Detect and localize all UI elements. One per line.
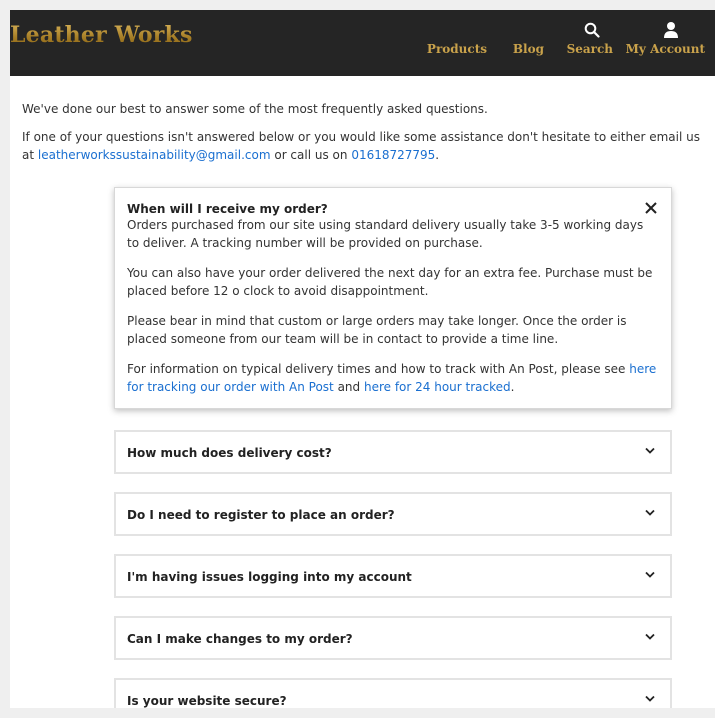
faq-answer-p1: Orders purchased from our site using sta… — [127, 218, 644, 250]
site-header: Leather Works Products Blog Search My Ac… — [10, 10, 715, 76]
faq-item-expanded: When will I receive my order? Orders pur… — [114, 187, 672, 409]
nav-blog[interactable]: Blog — [513, 42, 544, 56]
faq-item-login-issues[interactable]: I'm having issues logging into my accoun… — [114, 554, 672, 598]
contact-text: If one of your questions isn't answered … — [22, 128, 702, 164]
chevron-down-icon — [645, 633, 655, 640]
close-icon[interactable] — [645, 202, 657, 214]
faq-question: Do I need to register to place an order? — [127, 508, 395, 522]
faq-answer-p4-b: and — [333, 380, 364, 394]
faq-item-register[interactable]: Do I need to register to place an order? — [114, 492, 672, 536]
faq-item-delivery-cost[interactable]: How much does delivery cost? — [114, 430, 672, 474]
email-link[interactable]: leatherworkssustainability@gmail.com — [38, 148, 271, 162]
faq-answer-p4: For information on typical delivery time… — [127, 360, 659, 396]
main-nav: Products Blog Search My Account — [415, 10, 715, 76]
site-logo[interactable]: Leather Works — [10, 22, 193, 48]
faq-question: Is your website secure? — [127, 694, 287, 708]
contact-text-c: . — [435, 148, 440, 162]
chevron-down-icon — [645, 509, 655, 516]
intro-text: We've done our best to answer some of th… — [22, 102, 488, 116]
faq-question: How much does delivery cost? — [127, 446, 332, 460]
browser-page: Leather Works Products Blog Search My Ac… — [10, 10, 715, 708]
contact-text-b: or call us on — [270, 148, 352, 162]
faq-item-change-order[interactable]: Can I make changes to my order? — [114, 616, 672, 660]
faq-question: I'm having issues logging into my accoun… — [127, 570, 412, 584]
nav-search[interactable]: Search — [567, 42, 613, 56]
user-icon[interactable] — [663, 21, 679, 39]
faq-answer-p4-c: . — [510, 380, 515, 394]
faq-item-website-secure[interactable]: Is your website secure? — [114, 678, 672, 708]
faq-answer-p3: Please bear in mind that custom or large… — [127, 314, 627, 346]
faq-question[interactable]: When will I receive my order? — [127, 202, 659, 216]
faq-question: Can I make changes to my order? — [127, 632, 353, 646]
nav-products[interactable]: Products — [427, 42, 487, 56]
phone-link[interactable]: 01618727795 — [351, 148, 435, 162]
chevron-down-icon — [645, 447, 655, 454]
faq-answer-p2: You can also have your order delivered t… — [127, 266, 653, 298]
search-icon[interactable] — [584, 22, 600, 38]
chevron-down-icon — [645, 571, 655, 578]
faq-answer-p4-a: For information on typical delivery time… — [127, 362, 630, 376]
chevron-down-icon — [645, 695, 655, 702]
nav-my-account[interactable]: My Account — [626, 42, 705, 56]
24-hour-tracked-link[interactable]: here for 24 hour tracked — [364, 380, 511, 394]
